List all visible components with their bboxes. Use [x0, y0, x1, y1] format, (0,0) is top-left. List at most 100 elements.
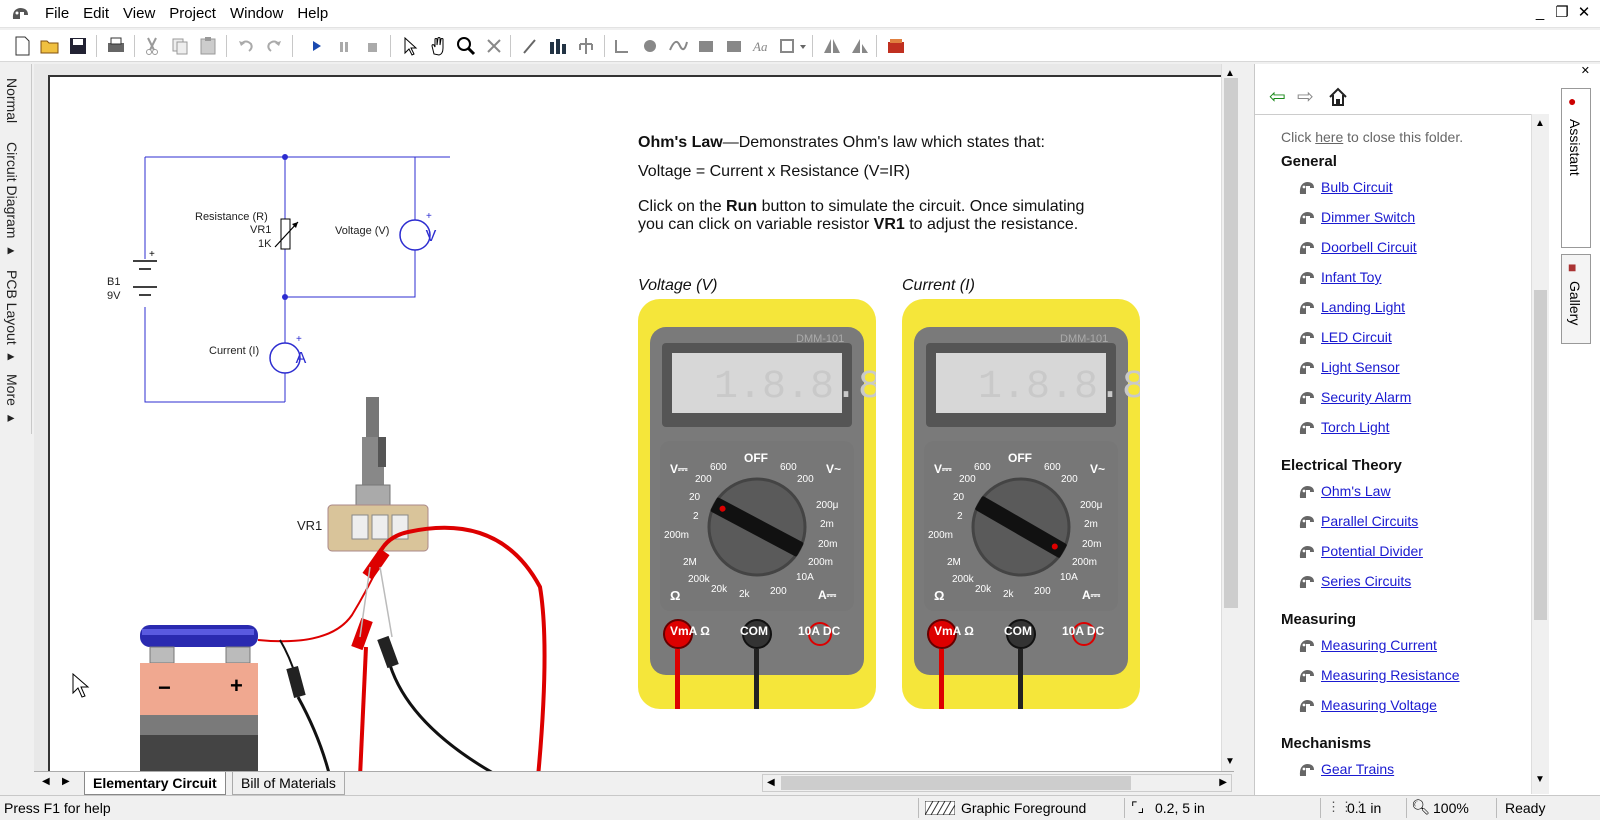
pause-icon[interactable] [332, 34, 356, 58]
delete-x-icon[interactable] [482, 34, 506, 58]
open-folder-icon[interactable] [38, 34, 62, 58]
panel-close-icon[interactable]: ✕ [1581, 64, 1590, 77]
save-icon[interactable] [66, 34, 90, 58]
project-link[interactable]: Security Alarm [1321, 389, 1411, 405]
panel-scroll-thumb[interactable] [1534, 290, 1547, 620]
multimeter-voltage[interactable]: 1.8.8.8 DMM-101 OFF V⎓ V~ Ω A⎓ 600 200 2… [638, 299, 876, 709]
probe-icon[interactable] [518, 34, 542, 58]
run-icon[interactable] [304, 34, 328, 58]
status-grid[interactable]: ⋮⋮⋮ 0.1 in [1320, 798, 1404, 818]
pictorial-circuit[interactable] [130, 397, 580, 771]
menu-file[interactable]: File [38, 0, 76, 28]
tab-scroll-right-icon[interactable]: ▶ [62, 776, 70, 787]
project-link[interactable]: Gear Trains [1321, 761, 1394, 777]
hierarchy-icon[interactable] [574, 34, 598, 58]
menu-window[interactable]: Window [223, 0, 290, 28]
project-icon [1299, 212, 1314, 224]
project-link[interactable]: Ohm's Law [1321, 483, 1391, 499]
project-link[interactable]: Doorbell Circuit [1321, 239, 1417, 255]
flip-vertical-icon[interactable] [848, 34, 872, 58]
copy-icon[interactable] [168, 34, 192, 58]
project-link[interactable]: Measuring Resistance [1321, 667, 1460, 683]
symbol-dropdown-icon[interactable] [778, 34, 810, 58]
component-gallery-icon[interactable] [884, 34, 908, 58]
project-link[interactable]: Series Circuits [1321, 573, 1411, 589]
tab-pcb-layout[interactable]: PCB Layout ▸ [4, 270, 20, 365]
status-zoom[interactable]: 🔍︎ 100% [1406, 798, 1496, 818]
zoom-icon[interactable] [454, 34, 478, 58]
project-link[interactable]: Torch Light [1321, 419, 1389, 435]
meter-adc: A⎓ [818, 588, 837, 602]
print-icon[interactable] [104, 34, 128, 58]
panel-scrollbar[interactable]: ▲ ▼ [1531, 114, 1549, 794]
nav-forward-icon[interactable]: ⇨ [1297, 84, 1314, 109]
tab-normal[interactable]: Normal [4, 78, 20, 123]
hscroll-thumb[interactable] [781, 776, 1131, 790]
jack-10a-label: 10A DC [1062, 624, 1105, 638]
panel-scroll-up-icon[interactable]: ▲ [1535, 118, 1545, 129]
project-link[interactable]: Parallel Circuits [1321, 513, 1418, 529]
tab-gallery[interactable]: ■ Gallery [1561, 254, 1591, 344]
pan-hand-icon[interactable] [426, 34, 450, 58]
project-link[interactable]: Bulb Circuit [1321, 179, 1393, 195]
folder-heading[interactable]: Electrical Theory [1281, 457, 1402, 474]
rectangle-icon[interactable] [694, 34, 718, 58]
curve-icon[interactable] [666, 34, 690, 58]
folder-heading[interactable]: General [1281, 153, 1337, 170]
battery-plus-label: + [230, 673, 243, 698]
circuit-canvas[interactable]: + + + V A Resistance (R) VR1 1K Voltage … [48, 75, 1230, 771]
cut-icon[interactable] [140, 34, 164, 58]
redo-icon[interactable] [262, 34, 286, 58]
tab-scroll-left-icon[interactable]: ◀ [42, 776, 50, 787]
tab-assistant[interactable]: ● Assistant [1561, 88, 1591, 248]
project-link[interactable]: Measuring Current [1321, 637, 1437, 653]
project-link[interactable]: Infant Toy [1321, 269, 1381, 285]
undo-icon[interactable] [234, 34, 258, 58]
project-link[interactable]: Dimmer Switch [1321, 209, 1415, 225]
range-label: 200m [664, 530, 690, 541]
stop-icon[interactable] [360, 34, 384, 58]
project-link[interactable]: Measuring Voltage [1321, 697, 1437, 713]
tab-more[interactable]: More ▸ [4, 374, 20, 426]
nav-back-icon[interactable]: ⇦ [1269, 84, 1286, 109]
project-link[interactable]: Potential Divider [1321, 543, 1423, 559]
paste-icon[interactable] [196, 34, 220, 58]
close-folder-link[interactable]: here [1315, 129, 1343, 145]
wire-icon[interactable] [610, 34, 634, 58]
panel-scroll-down-icon[interactable]: ▼ [1535, 774, 1545, 785]
select-pointer-icon[interactable] [398, 34, 422, 58]
minimize-icon[interactable]: _ [1530, 3, 1550, 23]
ellipse-icon[interactable] [638, 34, 662, 58]
new-file-icon[interactable] [10, 34, 34, 58]
tab-bill-of-materials[interactable]: Bill of Materials [232, 772, 345, 795]
graph-icon[interactable] [546, 34, 570, 58]
folder-heading[interactable]: Measuring [1281, 611, 1356, 628]
scroll-down-icon[interactable]: ▼ [1225, 756, 1235, 767]
restore-icon[interactable]: ❐ [1552, 3, 1572, 23]
menu-view[interactable]: View [116, 0, 162, 28]
instr-vr1-word: VR1 [873, 216, 905, 233]
meter-adc: A⎓ [1082, 588, 1101, 602]
close-icon[interactable]: ✕ [1574, 3, 1594, 23]
status-layer[interactable]: Graphic Foreground [918, 798, 1122, 818]
hscroll-right-icon[interactable]: ▶ [1219, 777, 1227, 788]
tab-elementary-circuit[interactable]: Elementary Circuit [84, 772, 226, 795]
text-tool-icon[interactable]: Aa [750, 34, 774, 58]
flip-horizontal-icon[interactable] [820, 34, 844, 58]
home-icon[interactable] [1327, 86, 1349, 108]
menu-help[interactable]: Help [290, 0, 335, 28]
filled-rectangle-icon[interactable] [722, 34, 746, 58]
scroll-thumb[interactable] [1224, 78, 1238, 608]
canvas-vertical-scrollbar[interactable]: ▲ ▼ [1221, 64, 1239, 772]
project-link[interactable]: Light Sensor [1321, 359, 1400, 375]
folder-heading[interactable]: Mechanisms [1281, 735, 1371, 752]
app-icon[interactable] [10, 5, 32, 23]
menu-edit[interactable]: Edit [76, 0, 116, 28]
menu-project[interactable]: Project [162, 0, 223, 28]
project-link[interactable]: Landing Light [1321, 299, 1405, 315]
multimeter-current[interactable]: 1.8.8.8 DMM-101 OFF V⎓ V~ Ω A⎓ 600 200 2… [902, 299, 1140, 709]
project-link[interactable]: LED Circuit [1321, 329, 1392, 345]
canvas-horizontal-scrollbar[interactable]: ◀ ▶ [762, 774, 1232, 792]
tab-circuit-diagram[interactable]: Circuit Diagram ▸ [4, 142, 20, 258]
hscroll-left-icon[interactable]: ◀ [767, 777, 775, 788]
